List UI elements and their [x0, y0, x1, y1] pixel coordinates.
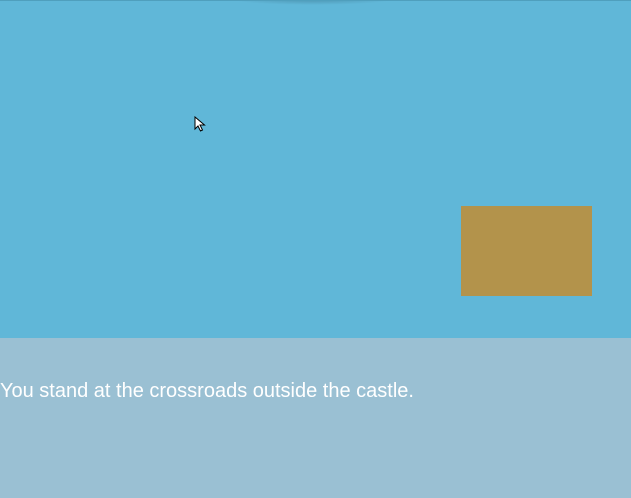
narration-text: You stand at the crossroads outside the …	[0, 380, 414, 402]
game-scene[interactable]	[0, 0, 631, 338]
game-window: You stand at the crossroads outside the …	[0, 0, 631, 498]
scene-object-box[interactable]	[461, 206, 592, 296]
top-edge-shadow	[230, 1, 395, 5]
narration-panel: You stand at the crossroads outside the …	[0, 338, 631, 498]
arrow-pointer-icon	[194, 116, 206, 132]
